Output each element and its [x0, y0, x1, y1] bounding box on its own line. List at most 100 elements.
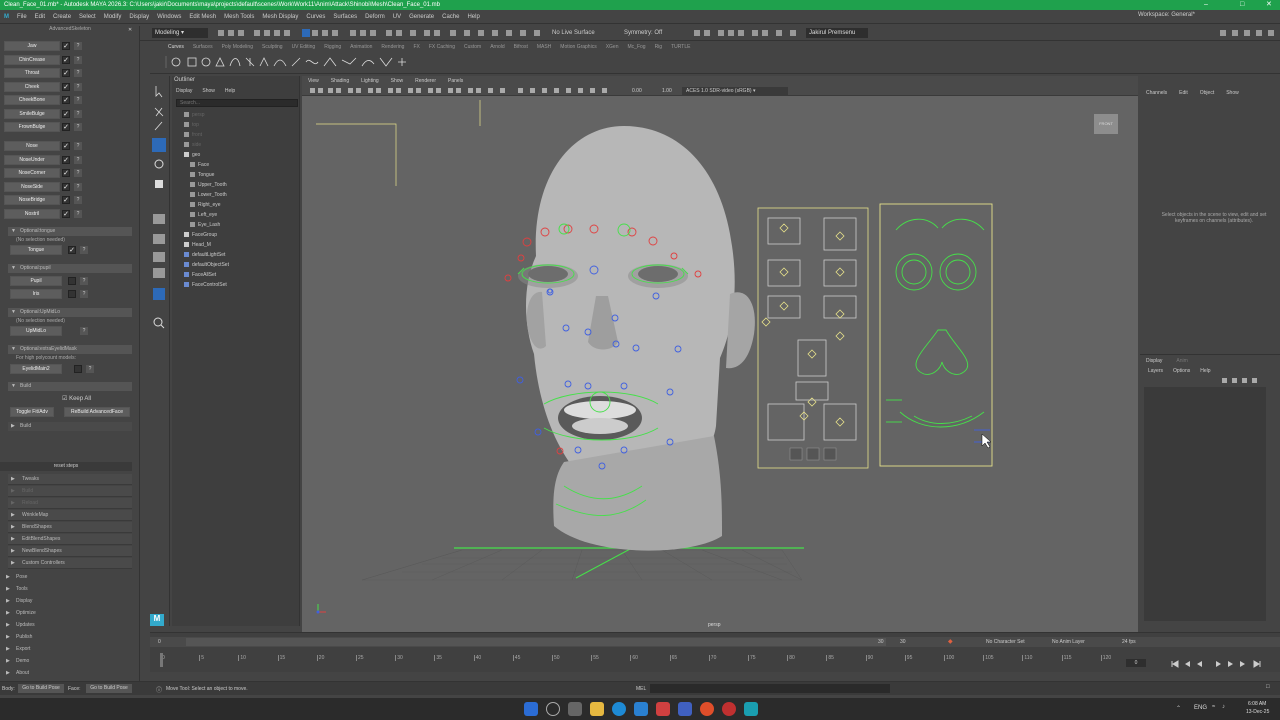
shelf-tab-surfaces[interactable]: Surfaces — [193, 44, 213, 50]
control-checkbox[interactable]: ✓ — [62, 42, 70, 50]
exposure-value[interactable]: 0.00 — [632, 88, 642, 94]
pupil-checkbox[interactable] — [68, 277, 76, 285]
menu-edit[interactable]: Edit — [35, 14, 45, 20]
control-checkbox[interactable]: ✓ — [62, 196, 70, 204]
range-start[interactable]: 0 — [158, 639, 161, 645]
control-button-jaw[interactable]: Jaw — [4, 41, 60, 51]
viewport-menu-show[interactable]: Show — [391, 78, 404, 84]
root-fold-optimize[interactable]: ▶ Optimize — [4, 608, 138, 619]
menu-generate[interactable]: Generate — [409, 14, 434, 20]
control-checkbox[interactable]: ✓ — [62, 155, 70, 164]
shelf-tab-sculpting[interactable]: Sculpting — [262, 44, 283, 50]
outliner-item-right-eye[interactable]: Right_eye — [190, 202, 221, 208]
channel-tab-edit[interactable]: Edit — [1179, 90, 1188, 96]
menu-help[interactable]: Help — [467, 14, 479, 20]
help-icon[interactable]: ? — [74, 69, 82, 77]
shelf-tab-xgen[interactable]: XGen — [606, 44, 619, 50]
close-icon[interactable]: ✕ — [1266, 0, 1272, 10]
language-indicator[interactable]: ENG — [1194, 705, 1207, 711]
edge-icon[interactable] — [612, 702, 626, 716]
help-icon[interactable]: ? — [74, 82, 82, 91]
control-button-frownbulge[interactable]: FrownBulge — [4, 122, 60, 132]
shelf-tab-arnold[interactable]: Arnold — [490, 44, 504, 50]
control-button-smilebulge[interactable]: SmileBulge — [4, 108, 60, 119]
root-fold-pose[interactable]: ▶ Pose — [4, 572, 138, 583]
channel-tab-show[interactable]: Show — [1226, 90, 1239, 96]
control-checkbox[interactable]: ✓ — [62, 209, 70, 218]
shelf-tab-rigging[interactable]: Rigging — [324, 44, 341, 50]
iris-help-icon[interactable]: ? — [80, 290, 88, 298]
task-view-icon[interactable] — [568, 702, 582, 716]
upmidlo-help-icon[interactable]: ? — [80, 327, 88, 335]
volume-icon[interactable]: ♪ — [1222, 704, 1225, 710]
fold-build[interactable]: ▶ Build — [8, 486, 132, 497]
current-frame-field[interactable]: 0 — [1126, 659, 1146, 667]
section-optional-extra-eyelid[interactable]: ▼ Optional:extraEyelidMask — [8, 345, 132, 354]
menu-windows[interactable]: Windows — [157, 14, 181, 20]
control-checkbox[interactable]: ✓ — [62, 123, 70, 131]
menu-mesh-tools[interactable]: Mesh Tools — [224, 14, 254, 20]
help-icon[interactable]: ? — [74, 169, 82, 177]
outliner-menu-display[interactable]: Display — [176, 88, 192, 94]
layer-tab-anim[interactable]: Anim — [1176, 358, 1187, 364]
fold-editblendshapes[interactable]: ▶ EditBlendShapes — [8, 534, 132, 545]
control-checkbox[interactable]: ✓ — [62, 82, 70, 91]
menu-file[interactable]: File — [17, 14, 27, 20]
control-checkbox[interactable]: ✓ — [62, 182, 70, 191]
shelf-tab-rendering[interactable]: Rendering — [381, 44, 404, 50]
toggle-fit-adv-button[interactable]: Toggle Fit/Adv — [10, 407, 54, 417]
app-icon-1[interactable] — [656, 702, 670, 716]
outliner-item-eye-lash[interactable]: Eye_Lash — [190, 222, 220, 228]
outliner-item-side[interactable]: side — [184, 142, 201, 148]
outliner-item-left-eye[interactable]: Left_eye — [190, 212, 217, 218]
control-button-throat[interactable]: Throat — [4, 68, 60, 78]
frame-ticks[interactable]: 0 5 10 15 20 25 30 35 40 45 50 55 60 65 70 75 80 85 90 95 10… — [160, 653, 1111, 669]
pupil-button[interactable]: Pupil — [10, 276, 62, 286]
outliner-item-lower-tooth[interactable]: Lower_Tooth — [190, 192, 227, 198]
help-icon[interactable]: ? — [74, 123, 82, 131]
root-fold-about[interactable]: ▶ About — [4, 668, 138, 679]
viewport-menu-lighting[interactable]: Lighting — [361, 78, 379, 84]
outliner-item-top[interactable]: top — [184, 122, 199, 128]
control-checkbox[interactable]: ✓ — [62, 169, 70, 177]
channel-tab-channels[interactable]: Channels — [1146, 90, 1167, 96]
keep-all-option[interactable]: ☑ Keep All — [62, 395, 91, 402]
mode-dropdown[interactable]: Modeling ▾ — [152, 28, 208, 38]
outliner-menu-show[interactable]: Show — [202, 88, 215, 94]
control-button-cheekbone[interactable]: CheekBone — [4, 95, 60, 105]
fold-blendshapes[interactable]: ▶ BlendShapes — [8, 522, 132, 533]
help-icon[interactable]: ? — [74, 196, 82, 204]
shelf-tab-animation[interactable]: Animation — [350, 44, 372, 50]
maya-taskbar-icon[interactable] — [744, 702, 758, 716]
menu-deform[interactable]: Deform — [365, 14, 385, 20]
help-icon[interactable]: ? — [74, 155, 82, 164]
viewport-menu-shading[interactable]: Shading — [331, 78, 349, 84]
command-input[interactable] — [650, 684, 890, 693]
control-button-cheek[interactable]: Cheek — [4, 81, 60, 92]
layer-menu-layers[interactable]: Layers — [1148, 368, 1163, 374]
body-build-pose-button[interactable]: Go to Build Pose — [18, 684, 64, 693]
fold-newblendshapes[interactable]: ▶ NewBlendShapes — [8, 546, 132, 557]
range-slider[interactable] — [186, 638, 886, 646]
shelf-tab-curves[interactable]: Curves — [168, 44, 184, 50]
eyelidmain2-checkbox[interactable] — [74, 365, 82, 373]
upmidlo-button[interactable]: UpMidLo — [10, 326, 62, 336]
help-icon[interactable]: ? — [74, 96, 82, 104]
help-icon[interactable]: ? — [74, 55, 82, 64]
control-checkbox[interactable]: ✓ — [62, 109, 70, 118]
layer-menu-options[interactable]: Options — [1173, 368, 1190, 374]
help-icon[interactable]: ? — [74, 182, 82, 191]
help-icon[interactable]: ? — [74, 42, 82, 50]
iris-button[interactable]: Iris — [10, 289, 62, 299]
anim-layer-dropdown[interactable]: No Anim Layer — [1052, 639, 1085, 645]
section-optional-upmidlo[interactable]: ▼ Optional:UpMidLo — [8, 308, 132, 317]
control-button-nosecorner[interactable]: NoseCorner — [4, 168, 60, 178]
shelf-tab-uv-editing[interactable]: UV Editing — [292, 44, 316, 50]
control-checkbox[interactable]: ✓ — [62, 55, 70, 64]
outliner-item-facecontrolset[interactable]: FaceControlSet — [184, 282, 227, 288]
range-end-a[interactable]: 30 — [878, 639, 884, 645]
layer-list[interactable] — [1144, 387, 1266, 621]
control-button-noseunder[interactable]: NoseUnder — [4, 154, 60, 165]
outliner-item-persp[interactable]: persp — [184, 112, 205, 118]
outliner-item-faceallset[interactable]: FaceAllSet — [184, 272, 216, 278]
